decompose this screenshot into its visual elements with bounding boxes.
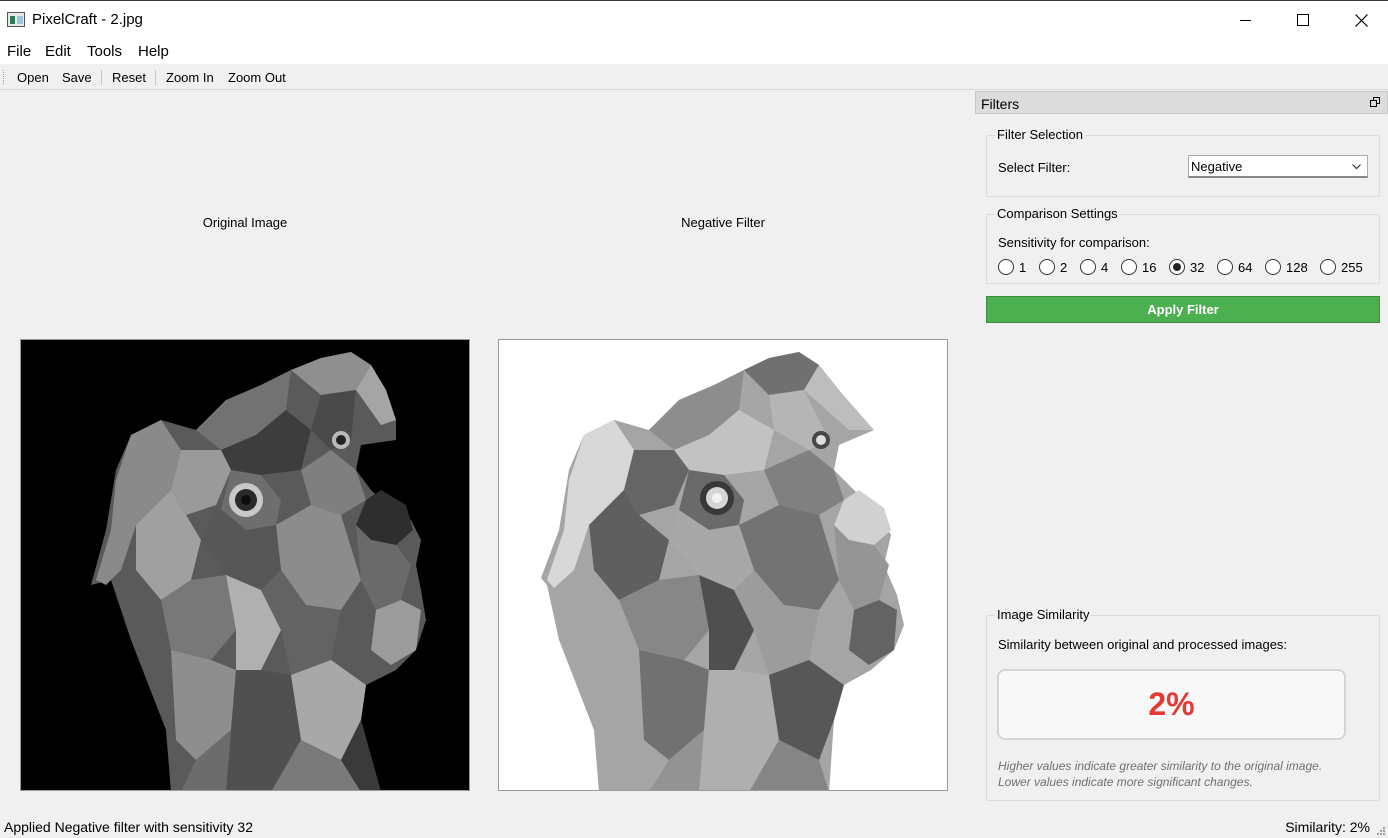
sensitivity-label: Sensitivity for comparison: [998, 235, 1150, 250]
minimize-icon [1239, 19, 1251, 21]
chevron-down-icon [1352, 164, 1361, 170]
sensitivity-radio-128[interactable]: 128 [1265, 259, 1308, 275]
similarity-note-line2: Lower values indicate more significant c… [998, 775, 1253, 789]
zoom-in-button[interactable]: Zoom In [166, 70, 214, 85]
original-dog-picture [21, 340, 469, 790]
app-icon [7, 12, 25, 27]
save-button[interactable]: Save [62, 70, 92, 85]
window-title: PixelCraft - 2.jpg [32, 11, 143, 28]
radio-label: 2 [1060, 259, 1068, 275]
radio-circle [998, 259, 1014, 275]
status-bar: Applied Negative filter with sensitivity… [0, 812, 1388, 838]
radio-circle-checked [1169, 259, 1185, 275]
close-icon [1354, 13, 1368, 27]
filter-selection-title: Filter Selection [995, 127, 1085, 142]
reset-button[interactable]: Reset [112, 70, 146, 85]
menu-tools[interactable]: Tools [87, 43, 122, 60]
select-filter-label: Select Filter: [998, 160, 1071, 175]
radio-label: 4 [1101, 259, 1109, 275]
radio-label: 255 [1341, 259, 1363, 275]
zoom-out-button[interactable]: Zoom Out [228, 70, 286, 85]
sensitivity-radio-2[interactable]: 2 [1039, 259, 1067, 275]
radio-label: 32 [1190, 259, 1205, 275]
sensitivity-radio-32[interactable]: 32 [1169, 259, 1204, 275]
filter-selection-group: Filter Selection Select Filter: Negative [986, 127, 1380, 197]
image-similarity-title: Image Similarity [995, 607, 1092, 622]
menu-bar: File Edit Tools Help [0, 38, 1388, 64]
similarity-display: 2% [997, 669, 1346, 740]
status-similarity: Similarity: 2% [1285, 819, 1370, 835]
title-bar: PixelCraft - 2.jpg [0, 0, 1388, 38]
filter-select-value: Negative [1191, 159, 1243, 174]
original-image [20, 339, 470, 791]
menu-edit[interactable]: Edit [45, 43, 71, 60]
filters-dock: Filters Filter Selection Select Filter: … [975, 91, 1388, 811]
status-message: Applied Negative filter with sensitivity… [4, 819, 254, 835]
radio-circle [1217, 259, 1233, 275]
size-grip-icon[interactable] [1376, 826, 1386, 836]
processed-image-label: Negative Filter [681, 215, 765, 230]
minimize-button[interactable] [1216, 1, 1274, 39]
original-image-label: Original Image [202, 215, 288, 230]
radio-circle [1121, 259, 1137, 275]
apply-filter-button[interactable]: Apply Filter [986, 296, 1380, 323]
similarity-description: Similarity between original and processe… [998, 637, 1288, 652]
sensitivity-radio-255[interactable]: 255 [1320, 259, 1363, 275]
menu-file[interactable]: File [7, 43, 31, 60]
radio-label: 64 [1238, 259, 1253, 275]
dock-title: Filters [981, 96, 1020, 112]
sensitivity-radio-1[interactable]: 1 [998, 259, 1026, 275]
dock-title-bar: Filters [975, 91, 1388, 114]
radio-label: 16 [1142, 259, 1157, 275]
toolbar: Open Save Reset Zoom In Zoom Out [0, 65, 1388, 90]
comparison-settings-title: Comparison Settings [995, 206, 1120, 221]
toolbar-grip[interactable] [3, 70, 5, 85]
menu-help[interactable]: Help [138, 43, 169, 60]
dock-float-icon[interactable] [1370, 97, 1381, 108]
maximize-icon [1297, 14, 1309, 26]
comparison-settings-group: Comparison Settings Sensitivity for comp… [986, 206, 1380, 284]
sensitivity-radio-16[interactable]: 16 [1121, 259, 1156, 275]
toolbar-separator [155, 70, 156, 85]
open-button[interactable]: Open [17, 70, 49, 85]
filter-select[interactable]: Negative [1188, 155, 1368, 178]
sensitivity-radio-4[interactable]: 4 [1080, 259, 1108, 275]
radio-label: 128 [1286, 259, 1308, 275]
radio-circle [1039, 259, 1055, 275]
similarity-value: 2% [1148, 686, 1195, 722]
sensitivity-radio-64[interactable]: 64 [1217, 259, 1252, 275]
radio-label: 1 [1019, 259, 1027, 275]
processed-image [498, 339, 948, 791]
radio-circle [1265, 259, 1281, 275]
maximize-button[interactable] [1274, 1, 1332, 39]
radio-circle [1080, 259, 1096, 275]
close-button[interactable] [1332, 1, 1388, 39]
toolbar-separator [101, 70, 102, 85]
negative-dog-picture [499, 340, 947, 790]
similarity-note-line1: Higher values indicate greater similarit… [998, 759, 1323, 773]
radio-circle [1320, 259, 1336, 275]
